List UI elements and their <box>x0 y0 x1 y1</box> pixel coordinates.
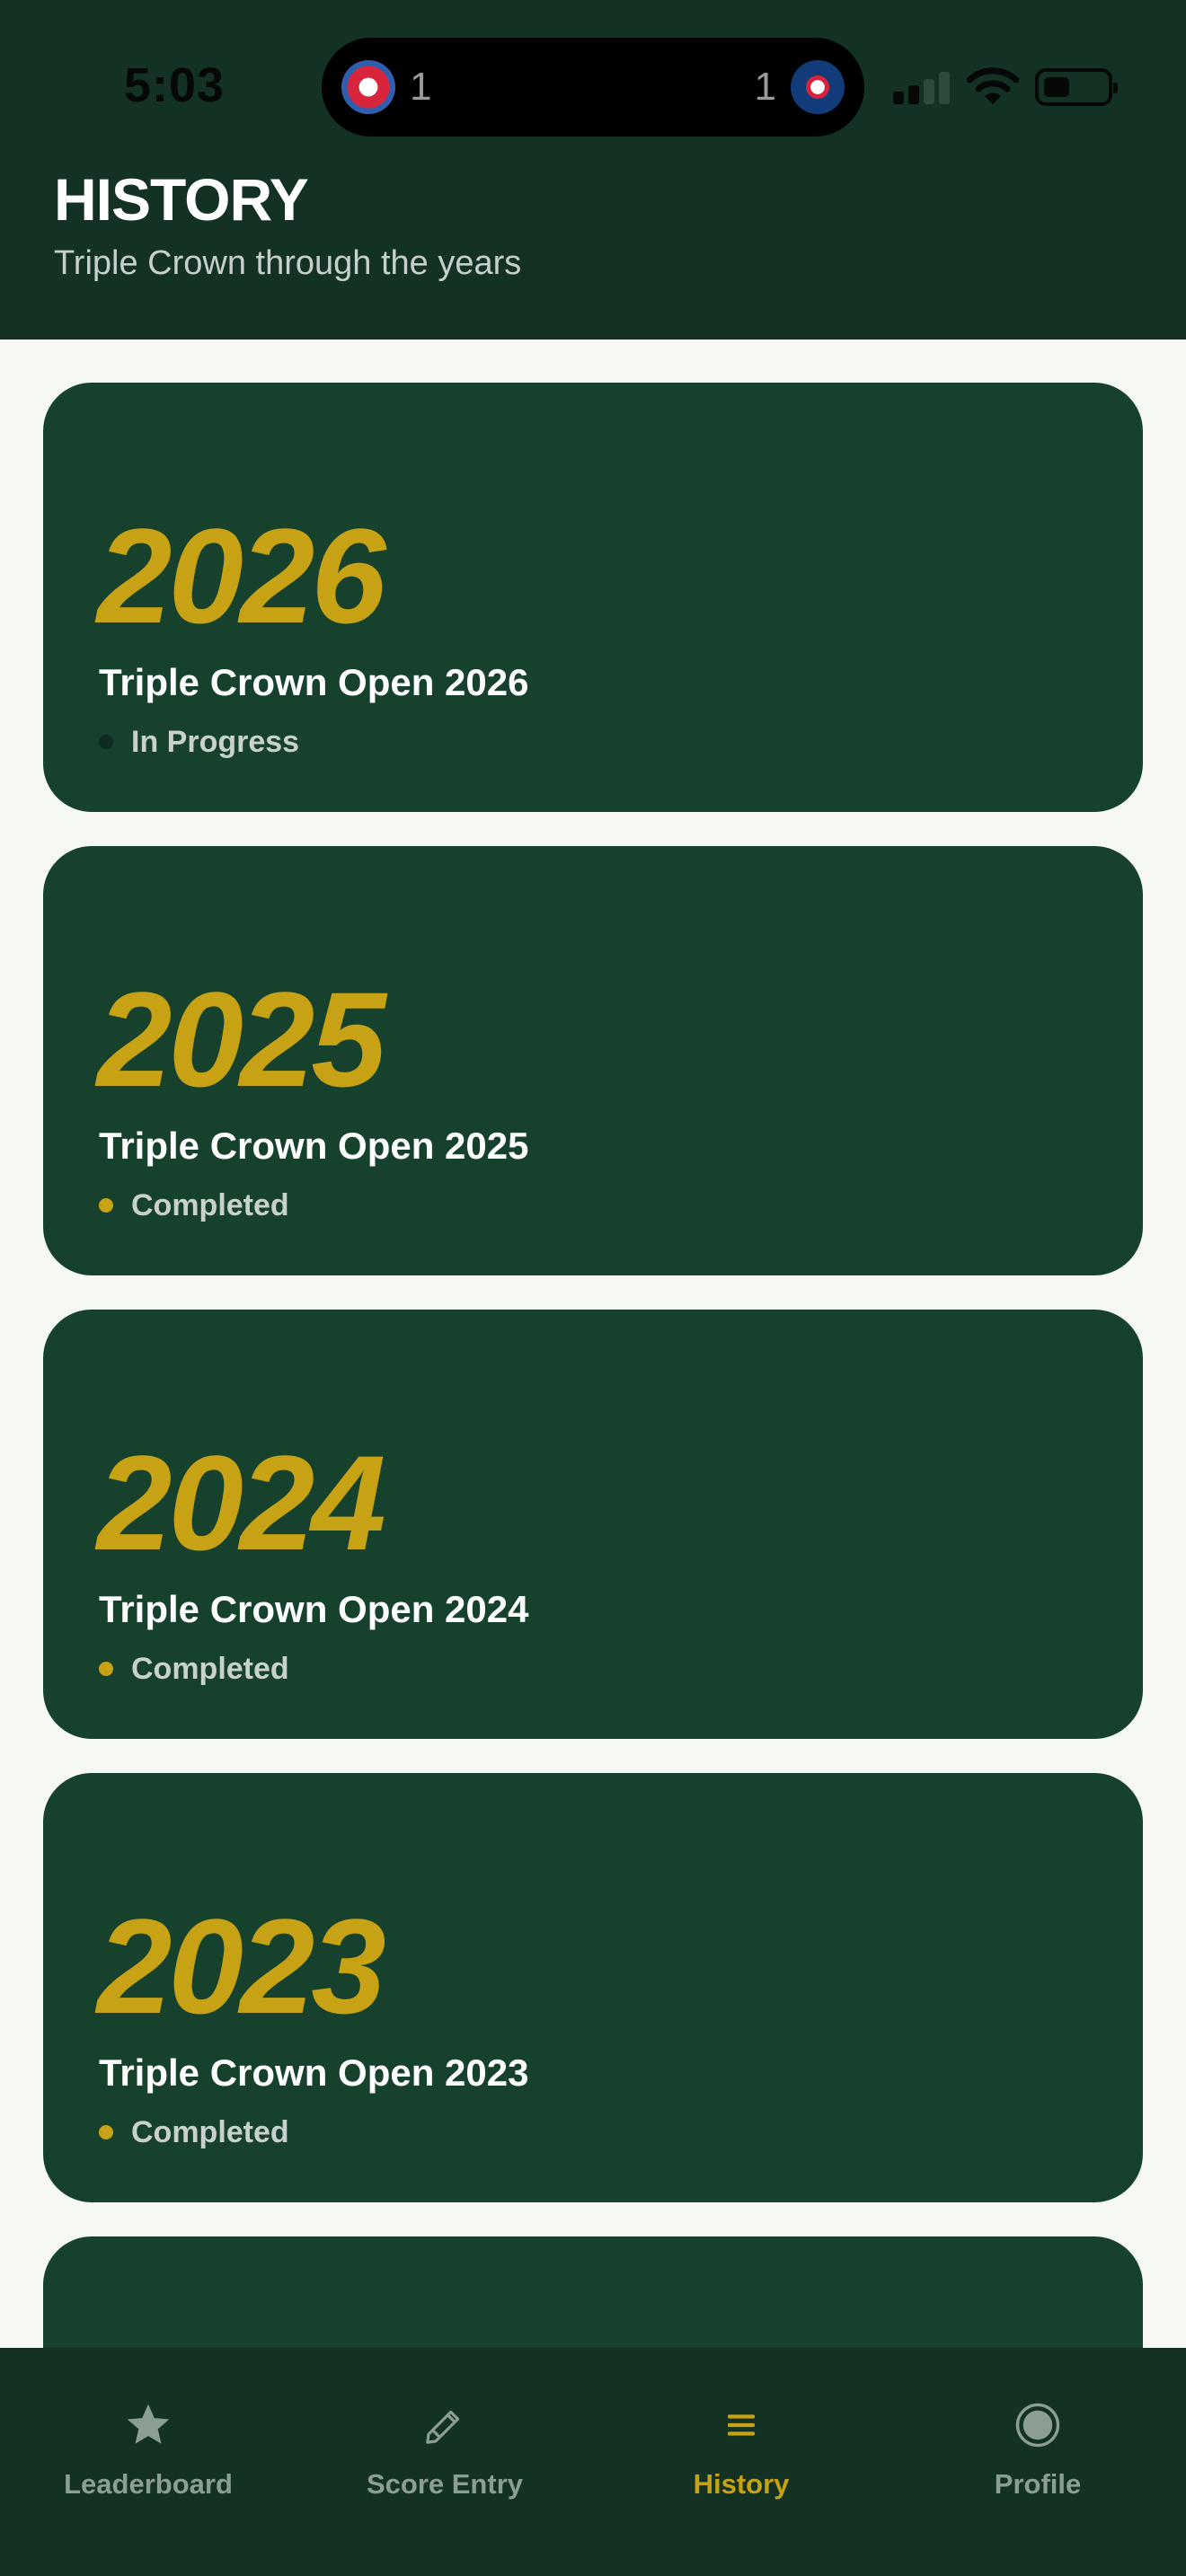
status-dot-icon <box>99 2125 113 2139</box>
tab-score-entry[interactable]: Score Entry <box>296 2348 593 2576</box>
status-label: Completed <box>131 1187 289 1222</box>
tournament-status: Completed <box>99 2114 289 2150</box>
status-label: Completed <box>131 2114 289 2149</box>
tournament-card-2023[interactable]: 2023 Triple Crown Open 2023 Completed <box>43 1773 1143 2202</box>
profile-icon <box>1011 2398 1065 2452</box>
tournament-year: 2023 <box>97 1891 386 2042</box>
tournament-list[interactable]: 2026 Triple Crown Open 2026 In Progress … <box>0 0 1186 2576</box>
wifi-icon <box>967 67 1019 104</box>
status-dot-icon <box>99 1198 113 1213</box>
tournament-name: Triple Crown Open 2026 <box>99 661 529 703</box>
tournament-name: Triple Crown Open 2025 <box>99 1125 529 1167</box>
away-team-crest-icon <box>791 60 845 114</box>
tournament-card-2025[interactable]: 2025 Triple Crown Open 2025 Completed <box>43 846 1143 1275</box>
status-bar: 5:03 1 1 <box>0 0 1186 153</box>
tab-history[interactable]: History <box>593 2348 890 2576</box>
away-score: 1 <box>754 65 776 109</box>
pencil-icon <box>418 2398 472 2452</box>
status-dot-icon <box>99 735 113 749</box>
cellular-signal-icon <box>893 72 951 104</box>
home-team-crest-icon <box>341 60 395 114</box>
live-activity-island[interactable]: 1 1 <box>322 38 864 137</box>
status-label: Completed <box>131 1651 289 1686</box>
tab-label: Leaderboard <box>64 2468 233 2500</box>
bottom-tab-bar: Leaderboard Score Entry History Profile <box>0 2348 1186 2576</box>
tournament-card-2026[interactable]: 2026 Triple Crown Open 2026 In Progress <box>43 383 1143 812</box>
page-title: HISTORY <box>54 166 309 233</box>
tab-label: Score Entry <box>366 2468 523 2500</box>
battery-icon <box>1035 68 1118 106</box>
status-label: In Progress <box>131 724 300 759</box>
page-subtitle: Triple Crown through the years <box>54 244 522 282</box>
tab-label: Profile <box>994 2468 1082 2500</box>
tab-leaderboard[interactable]: Leaderboard <box>0 2348 296 2576</box>
app-screen: 2026 Triple Crown Open 2026 In Progress … <box>0 0 1186 2576</box>
status-dot-icon <box>99 1662 113 1676</box>
tournament-year: 2025 <box>97 964 386 1115</box>
home-score: 1 <box>410 65 432 109</box>
page-header: 5:03 1 1 HISTORY Triple Crown through th… <box>0 0 1186 340</box>
tab-profile[interactable]: Profile <box>890 2348 1186 2576</box>
star-icon <box>121 2398 175 2452</box>
tournament-year: 2026 <box>97 500 386 651</box>
tournament-status: In Progress <box>99 724 299 760</box>
tournament-year: 2024 <box>97 1427 386 1578</box>
tournament-name: Triple Crown Open 2024 <box>99 1588 529 1630</box>
tournament-status: Completed <box>99 1187 289 1223</box>
status-time: 5:03 <box>124 58 226 112</box>
list-icon <box>714 2398 768 2452</box>
tab-label: History <box>693 2468 790 2500</box>
tournament-status: Completed <box>99 1651 289 1687</box>
tournament-card-2024[interactable]: 2024 Triple Crown Open 2024 Completed <box>43 1310 1143 1739</box>
tournament-name: Triple Crown Open 2023 <box>99 2051 529 2094</box>
